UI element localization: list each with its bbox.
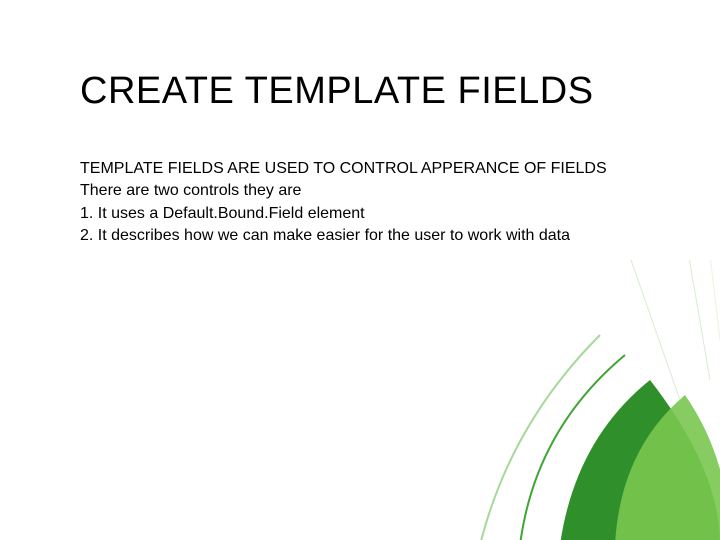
body-line: TEMPLATE FIELDS ARE USED TO CONTROL APPE… — [80, 158, 660, 180]
decorative-corner — [420, 260, 720, 540]
body-line: There are two controls they are — [80, 180, 660, 202]
slide-title: CREATE TEMPLATE FIELDS — [80, 70, 660, 113]
body-line: 2. It describes how we can make easier f… — [80, 225, 660, 247]
body-line: 1. It uses a Default.Bound.Field element — [80, 203, 660, 225]
slide: CREATE TEMPLATE FIELDS TEMPLATE FIELDS A… — [0, 0, 720, 540]
slide-body: TEMPLATE FIELDS ARE USED TO CONTROL APPE… — [80, 158, 660, 248]
